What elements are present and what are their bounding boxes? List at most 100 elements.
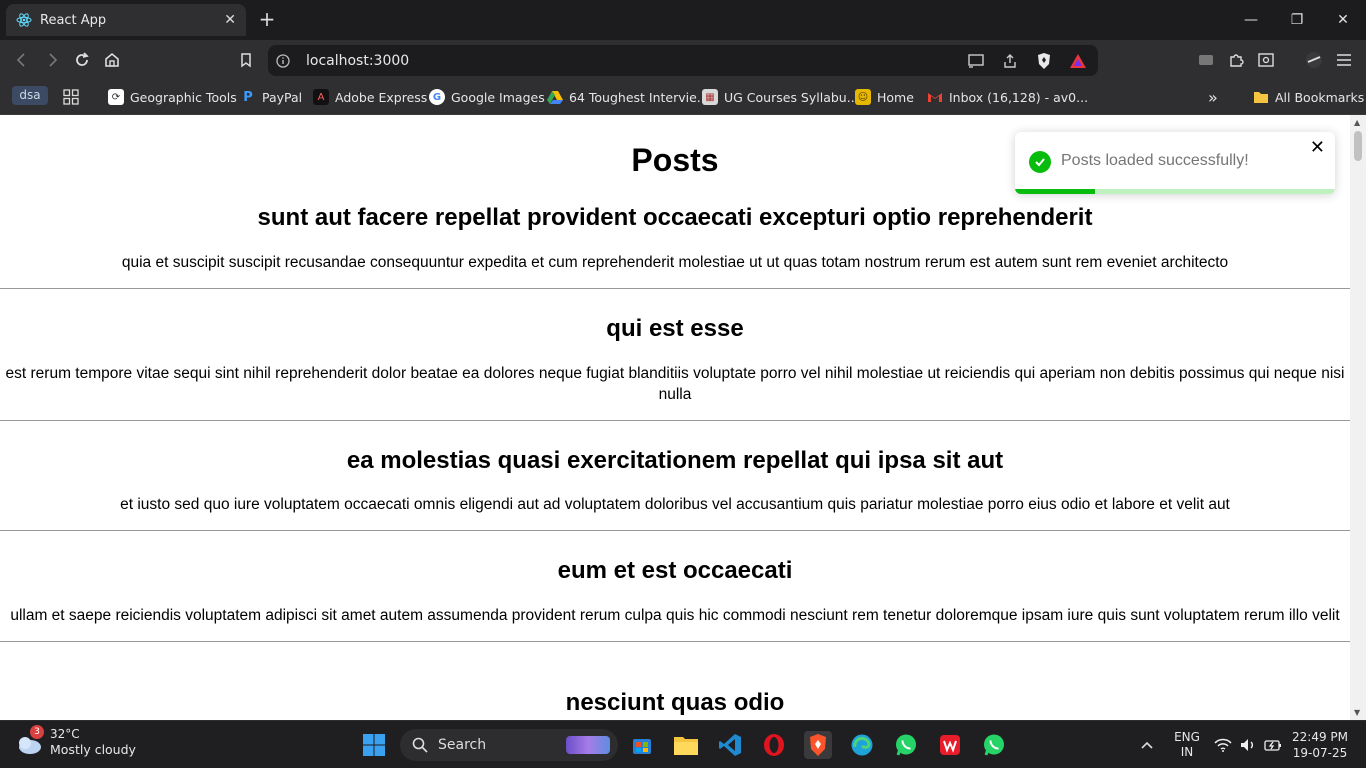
divider (0, 641, 1350, 642)
whatsapp-icon[interactable] (892, 731, 920, 759)
post-title: ea molestias quasi exercitationem repell… (346, 447, 1004, 474)
cast-icon[interactable] (964, 49, 988, 73)
bookmark-item[interactable]: A Adobe Express (313, 86, 427, 108)
success-check-icon (1029, 151, 1051, 173)
show-hidden-icons-button[interactable] (1140, 721, 1154, 769)
site-info-icon[interactable] (268, 53, 298, 68)
bookmark-label: Google Images (451, 89, 545, 105)
ug-courses-icon: ▦ (702, 89, 718, 105)
language-indicator[interactable]: ENG IN (1172, 721, 1202, 769)
post-item: nesciunt quas odio (0, 689, 1350, 717)
brave-browser-icon[interactable] (804, 731, 832, 759)
microsoft-store-icon[interactable] (628, 731, 656, 759)
weather-widget[interactable]: 3 32°C Mostly cloudy (14, 725, 136, 757)
opera-icon[interactable] (760, 731, 788, 759)
close-tab-icon[interactable]: ✕ (224, 12, 236, 28)
bookmark-label: Home (877, 89, 914, 105)
divider (0, 420, 1350, 421)
reader-mode-icon[interactable] (1254, 48, 1278, 72)
home-icon[interactable] (100, 48, 124, 72)
share-icon[interactable] (998, 49, 1022, 73)
file-explorer-icon[interactable] (672, 731, 700, 759)
url-text[interactable]: localhost:3000 (306, 53, 409, 69)
back-icon[interactable] (10, 48, 34, 72)
whatsapp-business-icon[interactable] (980, 731, 1008, 759)
bookmark-item[interactable]: ⟳ Geographic Tools (108, 86, 237, 108)
toast-message: Posts loaded successfully! (1061, 152, 1249, 169)
vscode-icon[interactable] (716, 731, 744, 759)
taskbar-search[interactable]: Search (400, 729, 618, 761)
brave-shields-icon[interactable] (1032, 49, 1056, 73)
scrollbar-thumb[interactable] (1354, 131, 1362, 161)
tab-title: React App (40, 12, 107, 28)
edge-icon[interactable] (848, 731, 876, 759)
toast-progress-fill (1015, 189, 1095, 194)
all-bookmarks-button[interactable]: All Bookmarks (1253, 86, 1364, 108)
post-item: eum et est occaecati ullam et saepe reic… (0, 557, 1350, 642)
extensions-icon[interactable] (1224, 48, 1248, 72)
divider (0, 530, 1350, 531)
wps-office-icon[interactable] (936, 731, 964, 759)
toast-progress-track (1015, 189, 1335, 194)
bookmark-item[interactable]: Inbox (16,128) - av0... (927, 86, 1088, 108)
bookmark-label: PayPal (262, 89, 303, 105)
restore-button[interactable]: ❐ (1274, 0, 1320, 40)
bookmark-item[interactable]: ☺ Home (855, 86, 914, 108)
toast-notification: Posts loaded successfully! ✕ (1015, 132, 1335, 194)
wifi-icon (1214, 738, 1232, 752)
menu-icon[interactable] (1332, 48, 1356, 72)
clock[interactable]: 22:49 PM 19-07-25 (1292, 721, 1348, 769)
clock-time: 22:49 PM (1292, 730, 1348, 744)
windows-taskbar: 3 32°C Mostly cloudy Search ENG IN 22:49… (0, 720, 1366, 768)
post-title: eum et est occaecati (557, 557, 793, 584)
bookmark-label: Inbox (16,128) - av0... (949, 89, 1089, 105)
search-label: Search (438, 737, 487, 753)
geographic-tools-icon: ⟳ (108, 89, 124, 105)
brave-rewards-icon[interactable] (1066, 49, 1090, 73)
bookmark-icon[interactable] (234, 48, 258, 72)
weather-badge: 3 (30, 725, 44, 739)
start-windows-icon[interactable] (360, 731, 388, 759)
react-icon (16, 12, 32, 28)
post-title: qui est esse (606, 315, 744, 342)
more-bookmarks-button[interactable]: » (1208, 86, 1218, 108)
google-drive-icon (547, 89, 563, 105)
volume-icon (1241, 739, 1253, 751)
bookmark-label: 64 Toughest Intervie... (569, 89, 709, 105)
post-item: qui est esse est rerum tempore vitae seq… (0, 315, 1350, 421)
system-tray-status[interactable] (1214, 721, 1282, 769)
search-icon (412, 737, 428, 753)
search-highlight-image (566, 736, 610, 754)
reload-icon[interactable] (70, 48, 94, 72)
bookmark-item[interactable]: G Google Images (429, 86, 545, 108)
browser-titlebar: React App ✕ + — ❐ ✕ (0, 0, 1366, 40)
profile-badge[interactable]: dsa (12, 86, 48, 105)
language-code: ENG (1174, 730, 1200, 744)
new-tab-button[interactable]: + (256, 8, 278, 30)
apps-grid-icon[interactable] (59, 85, 83, 109)
gmail-icon (927, 89, 943, 105)
scroll-up-icon[interactable]: ▲ (1354, 118, 1360, 127)
chevron-up-icon (1141, 741, 1153, 749)
bookmark-item[interactable]: 64 Toughest Intervie... (547, 86, 709, 108)
adobe-express-icon: A (313, 89, 329, 105)
close-window-button[interactable]: ✕ (1320, 0, 1366, 40)
bookmark-item[interactable]: ▦ UG Courses Syllabu... (702, 86, 859, 108)
address-bar[interactable]: localhost:3000 (268, 45, 1098, 76)
profile-icon[interactable] (1302, 48, 1326, 72)
divider (0, 288, 1350, 289)
post-title: nesciunt quas odio (565, 689, 785, 716)
post-item: sunt aut facere repellat provident occae… (0, 204, 1350, 289)
all-bookmarks-label: All Bookmarks (1275, 89, 1365, 105)
page-scrollbar[interactable]: ▲ ▼ (1350, 115, 1366, 720)
wallet-icon[interactable] (1194, 48, 1218, 72)
google-icon: G (429, 89, 445, 105)
bookmark-item[interactable]: P PayPal (240, 86, 302, 108)
cloud-icon: 3 (14, 725, 44, 757)
scroll-down-icon[interactable]: ▼ (1354, 708, 1360, 717)
forward-icon[interactable] (40, 48, 64, 72)
minimize-button[interactable]: — (1228, 0, 1274, 40)
toast-close-icon[interactable]: ✕ (1310, 137, 1325, 158)
active-tab[interactable]: React App ✕ (6, 4, 246, 36)
post-body: et iusto sed quo iure voluptatem occaeca… (120, 496, 1230, 513)
